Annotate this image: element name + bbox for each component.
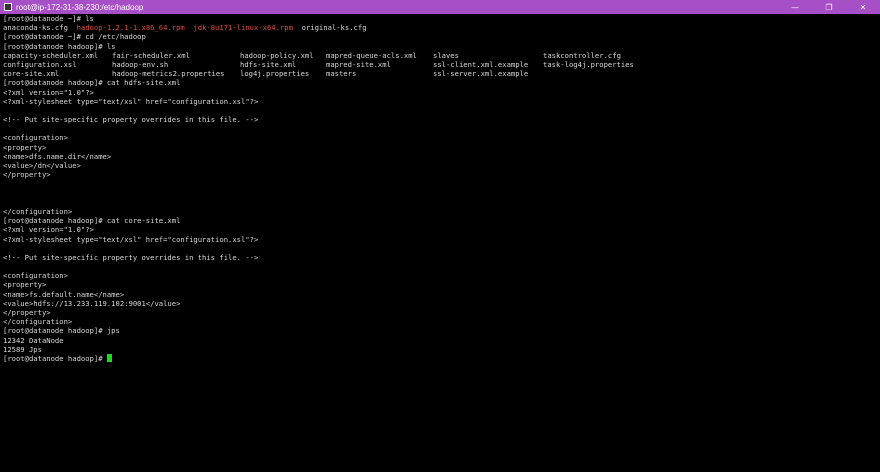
file-entry: masters <box>326 69 357 79</box>
window-controls: — ❐ ✕ <box>778 0 880 14</box>
file-entry: slaves <box>433 50 459 60</box>
terminal-line: <configuration> <box>3 133 68 143</box>
file-entry: anaconda-ks.cfg <box>3 23 68 33</box>
minimize-icon: — <box>791 2 799 12</box>
vertical-scrollbar[interactable] <box>869 14 880 472</box>
terminal-line: <value>hdfs://13.233.119.102:9001</value… <box>3 298 181 308</box>
file-entry: taskcontroller.cfg <box>543 50 621 60</box>
file-entry: task-log4j.properties <box>543 59 634 69</box>
dir-listing-row: configuration.xsl hadoop-env.sh hdfs-site.… <box>3 60 869 69</box>
terminal-window: root@ip-172-31-38-230:/etc/hadoop — ❐ ✕ … <box>0 0 880 472</box>
file-entry: hadoop-policy.xml <box>240 50 314 60</box>
terminal-line: [root@datanode ~]# ls <box>3 14 94 23</box>
terminal-line: </property> <box>3 170 51 180</box>
file-entry: configuration.xsl <box>3 59 77 69</box>
file-entry: original-ks.cfg <box>301 23 367 33</box>
terminal-line: [root@datanode hadoop]# jps <box>3 326 120 336</box>
file-entry: hadoop-1.2.1-1.x86_64.rpm <box>76 23 185 33</box>
terminal-line: <?xml version="1.0"?> <box>3 87 94 97</box>
minimize-button[interactable]: — <box>778 0 812 14</box>
terminal-app-icon <box>4 3 12 11</box>
file-entry: ssl-client.xml.example <box>433 59 529 69</box>
terminal-line: </configuration> <box>3 206 73 216</box>
terminal-line: [root@datanode hadoop]# ls <box>3 41 116 51</box>
file-entry: capacity-scheduler.xml <box>3 50 99 60</box>
terminal-line: <property> <box>3 280 47 290</box>
file-entry: hdfs-site.xml <box>240 59 297 69</box>
maximize-icon: ❐ <box>825 2 833 12</box>
terminal-line: <property> <box>3 142 47 152</box>
file-entry: mapred-site.xml <box>326 59 391 69</box>
dir-listing-row: capacity-scheduler.xml fair-scheduler.xml… <box>3 51 869 60</box>
file-entry: jdk-8u171-linux-x64.rpm <box>193 23 293 33</box>
close-icon: ✕ <box>859 2 867 12</box>
file-entry: log4j.properties <box>240 69 310 79</box>
terminal-line: 12589 Jps <box>3 344 42 354</box>
terminal-line: [root@datanode hadoop]# cat hdfs-site.xm… <box>3 78 181 88</box>
terminal-line: <name>fs.default.name</name> <box>3 289 125 299</box>
terminal-line: <configuration> <box>3 271 68 281</box>
ls-output-row: anaconda-ks.cfg hadoop-1.2.1-1.x86_64.rp… <box>3 23 869 32</box>
prompt-line[interactable]: [root@datanode hadoop]# <box>3 353 869 363</box>
terminal-line: <?xml version="1.0"?> <box>3 225 94 235</box>
maximize-button[interactable]: ❐ <box>812 0 846 14</box>
terminal-line: <name>dfs.name.dir</name> <box>3 151 112 161</box>
terminal-line: <!-- Put site-specific property override… <box>3 252 259 262</box>
file-entry: hadoop-metrics2.properties <box>112 69 225 79</box>
terminal-line: <!-- Put site-specific property override… <box>3 115 259 125</box>
terminal-line: [root@datanode ~]# cd /etc/hadoop <box>3 32 146 42</box>
file-entry: core-site.xml <box>3 69 60 79</box>
terminal-line: </configuration> <box>3 317 73 327</box>
file-entry: hadoop-env.sh <box>112 59 169 69</box>
file-entry: mapred-queue-acls.xml <box>326 50 417 60</box>
title-bar[interactable]: root@ip-172-31-38-230:/etc/hadoop — ❐ ✕ <box>0 0 880 14</box>
terminal-line: 12342 DataNode <box>3 335 64 345</box>
terminal-line: <?xml-stylesheet type="text/xsl" href="c… <box>3 96 259 106</box>
window-title: root@ip-172-31-38-230:/etc/hadoop <box>16 2 144 12</box>
text-cursor <box>106 353 112 362</box>
close-button[interactable]: ✕ <box>846 0 880 14</box>
terminal-output[interactable]: [root@datanode ~]# ls anaconda-ks.cfg ha… <box>3 14 869 472</box>
terminal-line: <value>/dn</value> <box>3 161 81 170</box>
terminal-line: [root@datanode hadoop]# cat core-site.xm… <box>3 216 181 226</box>
dir-listing-row: core-site.xml hadoop-metrics2.properties l… <box>3 69 869 78</box>
terminal-line: <?xml-stylesheet type="text/xsl" href="c… <box>3 234 259 244</box>
file-entry: fair-scheduler.xml <box>112 50 190 60</box>
file-entry: ssl-server.xml.example <box>433 69 529 79</box>
shell-prompt: [root@datanode hadoop]# <box>3 353 103 363</box>
terminal-line: </property> <box>3 308 51 317</box>
